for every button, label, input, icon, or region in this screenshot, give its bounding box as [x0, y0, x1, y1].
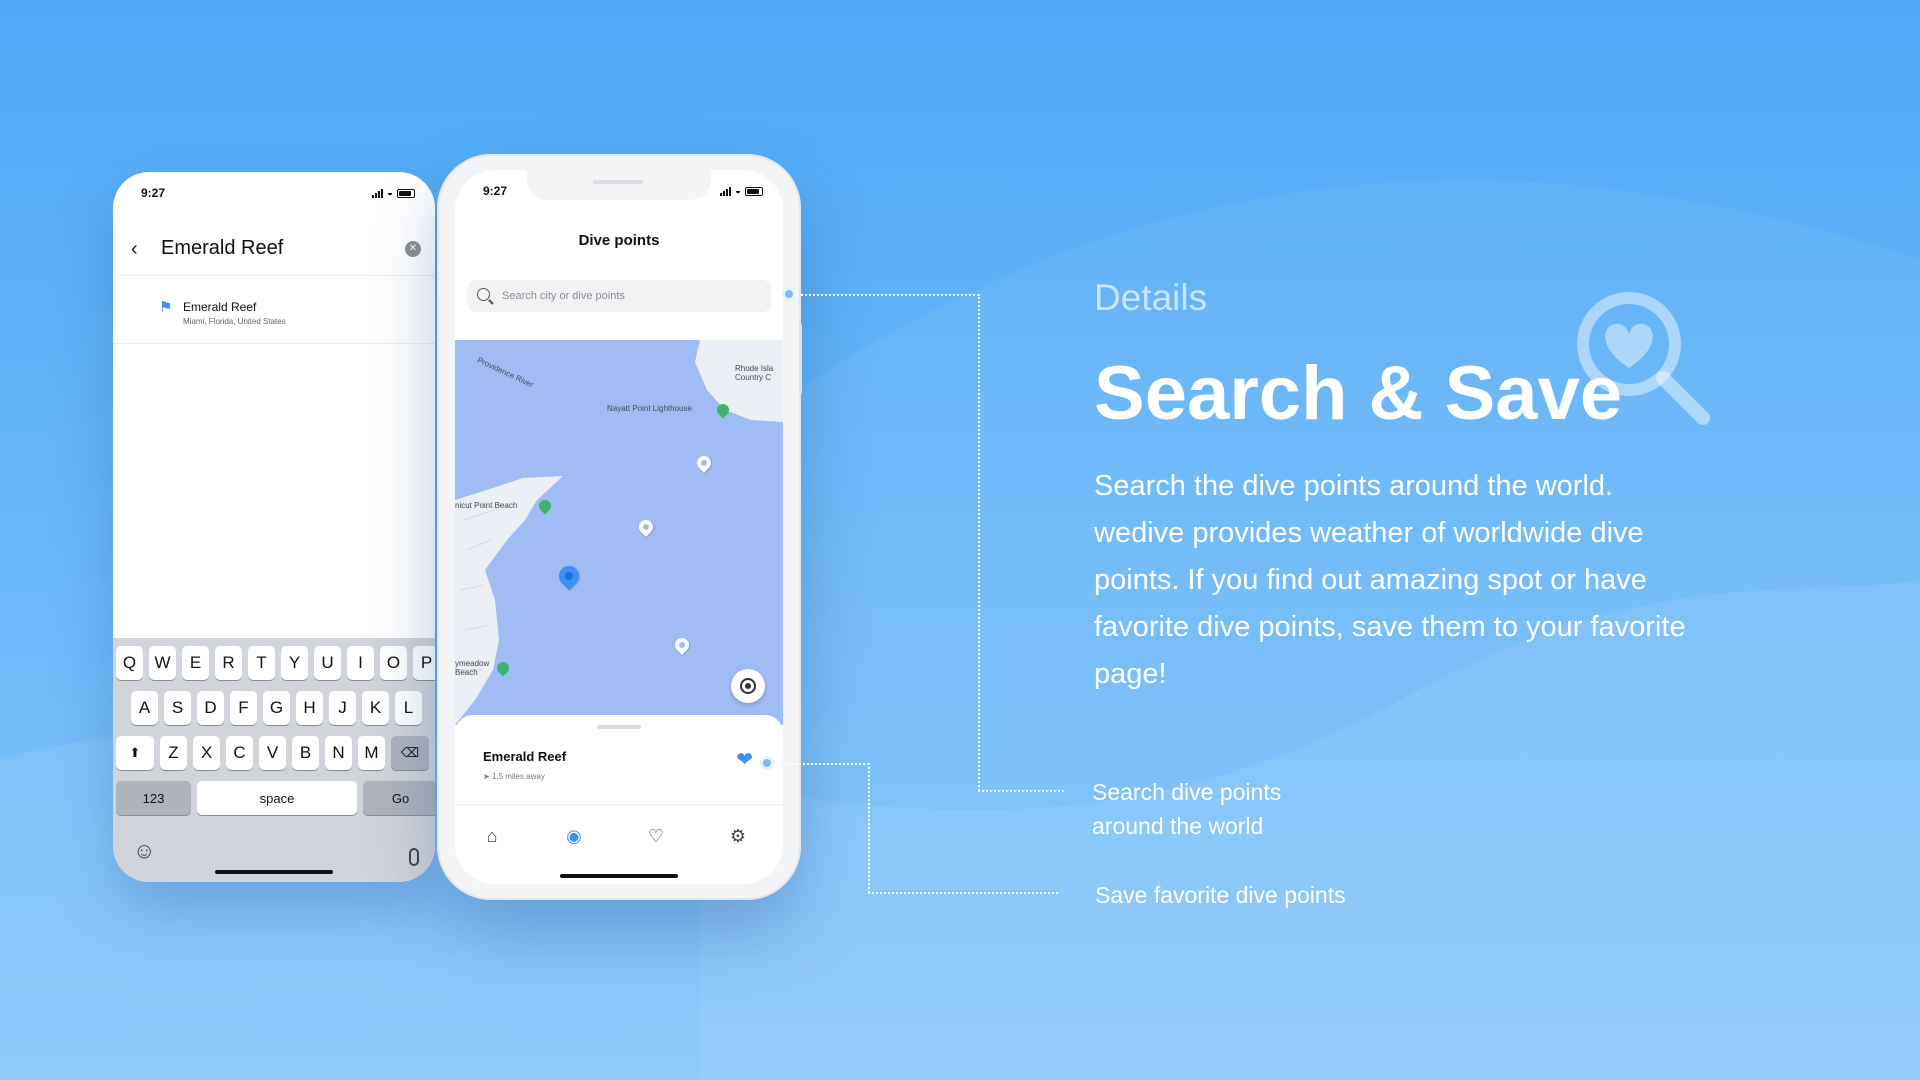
key[interactable]: K — [362, 691, 389, 725]
key[interactable]: L — [395, 691, 422, 725]
key[interactable]: E — [182, 646, 209, 680]
search-result-item[interactable]: ⚑ Emerald Reef Miami, Florida, United St… — [113, 276, 435, 344]
key[interactable]: J — [329, 691, 356, 725]
home-icon[interactable]: ⌂ — [479, 823, 505, 849]
key[interactable]: X — [193, 736, 220, 770]
key[interactable]: T — [248, 646, 275, 680]
dive-point-name: Emerald Reef — [483, 749, 567, 764]
numbers-key[interactable]: 123 — [116, 781, 191, 815]
map-view[interactable]: Providence River Rhode Isla Country C Na… — [455, 340, 783, 725]
flag-icon: ⚑ — [159, 299, 173, 316]
dive-points-phone: 9:27 ◒ Dive points Search city or dive p… — [437, 154, 802, 900]
key[interactable]: Y — [281, 646, 308, 680]
keyboard-row-4: 123 space Go — [116, 781, 435, 815]
space-key[interactable]: space — [197, 781, 357, 815]
search-query[interactable]: Emerald Reef — [161, 237, 283, 260]
map-label-country-club: Rhode Isla Country C — [735, 364, 774, 382]
map-pin-icon[interactable]: ◉ — [561, 823, 587, 849]
wifi-icon: ◒ — [734, 186, 741, 197]
result-address: Miami, Florida, United States — [183, 317, 286, 326]
map-label-beach: nicut Point Beach — [455, 501, 518, 510]
key[interactable]: Z — [160, 736, 187, 770]
search-icon — [477, 288, 490, 301]
search-placeholder: Search city or dive points — [502, 290, 625, 302]
section-eyebrow: Details — [1094, 277, 1208, 318]
sheet-handle[interactable] — [597, 725, 641, 729]
microphone-icon[interactable] — [409, 848, 419, 866]
wifi-icon: ◒ — [386, 188, 393, 199]
key[interactable]: U — [314, 646, 341, 680]
clear-icon[interactable]: ✕ — [405, 241, 421, 257]
callout-line — [774, 763, 869, 765]
key[interactable]: O — [380, 646, 407, 680]
callout-line — [868, 763, 870, 893]
callout-line — [796, 294, 979, 296]
keyboard-row-2: A S D F G H J K L — [131, 691, 422, 725]
home-indicator — [560, 874, 678, 878]
locate-me-button[interactable] — [731, 669, 765, 703]
key[interactable]: P — [413, 646, 435, 680]
key[interactable]: S — [164, 691, 191, 725]
status-bar: 9:27 ◒ — [455, 184, 783, 206]
status-time: 9:27 — [483, 184, 508, 198]
map-label-beach-2: ymeadow Beach — [455, 659, 490, 677]
callout-line — [978, 790, 1064, 792]
heart-icon[interactable]: ♡ — [643, 823, 669, 849]
key[interactable]: Q — [116, 646, 143, 680]
key[interactable]: V — [259, 736, 286, 770]
keyboard-row-3: ⬆ Z X C V B N M ⌫ — [116, 736, 429, 770]
dive-point-distance: ➤ 1.5 miles away — [483, 772, 545, 781]
description: Search the dive points around the world.… — [1094, 470, 1686, 690]
search-callout-dot — [782, 287, 796, 301]
status-bar: 9:27 ◒ — [113, 186, 435, 208]
search-phone: 9:27 ◒ ‹ Emerald Reef ✕ ⚑ Emerald Reef M… — [113, 172, 435, 882]
search-header: ‹ Emerald Reef ✕ — [113, 222, 435, 276]
callout-line — [978, 294, 980, 791]
key[interactable]: W — [149, 646, 176, 680]
callout-save-caption: Save favorite dive points — [1095, 882, 1346, 908]
keyboard: Q W E R T Y U I O P A S D F G H J K L ⬆ … — [113, 638, 435, 882]
side-button — [799, 324, 802, 394]
key[interactable]: R — [215, 646, 242, 680]
key[interactable]: D — [197, 691, 224, 725]
map-label-lighthouse: Nayatt Point Lighthouse — [607, 404, 692, 413]
save-callout-dot — [760, 756, 774, 770]
key[interactable]: H — [296, 691, 323, 725]
page-title: Dive points — [578, 232, 660, 249]
key[interactable]: B — [292, 736, 319, 770]
shift-key[interactable]: ⬆ — [116, 736, 154, 770]
result-name: Emerald Reef — [183, 300, 257, 314]
key[interactable]: N — [325, 736, 352, 770]
callout-search-caption: Search dive points around the world — [1092, 779, 1282, 839]
battery-icon — [397, 189, 415, 198]
dive-point-card[interactable]: Emerald Reef ➤ 1.5 miles away ❤ — [455, 715, 783, 805]
key[interactable]: C — [226, 736, 253, 770]
headline: Search & Save — [1094, 351, 1623, 436]
tab-bar: ⌂ ◉ ♡ ⚙ — [455, 805, 783, 884]
status-time: 9:27 — [141, 186, 166, 200]
key[interactable]: A — [131, 691, 158, 725]
key[interactable]: M — [358, 736, 385, 770]
chevron-left-icon[interactable]: ‹ — [131, 238, 138, 261]
settings-icon[interactable]: ⚙ — [725, 823, 751, 849]
callout-line — [868, 892, 1058, 894]
delete-key[interactable]: ⌫ — [391, 736, 429, 770]
key[interactable]: F — [230, 691, 257, 725]
go-key[interactable]: Go — [363, 781, 435, 815]
dive-points-screen: 9:27 ◒ Dive points Search city or dive p… — [455, 170, 783, 884]
keyboard-row-1: Q W E R T Y U I O P — [116, 646, 435, 680]
favorite-heart-icon[interactable]: ❤ — [736, 747, 753, 772]
search-input[interactable]: Search city or dive points — [467, 280, 771, 312]
key[interactable]: G — [263, 691, 290, 725]
key[interactable]: I — [347, 646, 374, 680]
battery-icon — [745, 187, 763, 196]
emoji-icon[interactable]: ☺ — [133, 838, 155, 864]
signal-icon — [371, 189, 383, 198]
signal-icon — [719, 187, 731, 196]
home-indicator — [215, 870, 333, 874]
